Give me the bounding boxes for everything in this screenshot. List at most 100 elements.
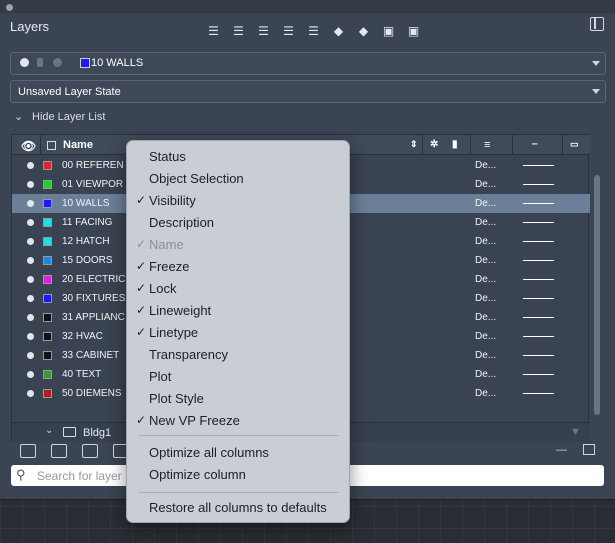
layer-color-swatch[interactable] <box>43 294 52 303</box>
visibility-icon[interactable] <box>27 238 34 245</box>
chevron-down-icon: ⌄ <box>45 425 54 436</box>
lineweight-value[interactable]: De... <box>475 217 496 228</box>
optimize-all-columns-item[interactable]: Optimize all columns <box>149 445 269 460</box>
menu-item[interactable]: Status <box>149 149 186 164</box>
menu-item[interactable]: Object Selection <box>149 171 244 186</box>
new-vp-layer-icon[interactable]: ☰ <box>229 22 248 40</box>
lineweight-value[interactable]: De... <box>475 179 496 190</box>
move-layer-icon[interactable]: ☰ <box>304 22 323 40</box>
lineweight-value[interactable]: De... <box>475 236 496 247</box>
visibility-icon[interactable] <box>27 333 34 340</box>
name-column-header[interactable]: Name <box>63 139 93 151</box>
lineweight-value[interactable]: De... <box>475 369 496 380</box>
linetype-preview[interactable] <box>523 355 554 356</box>
lineweight-column-icon[interactable]: ≡ <box>484 139 490 151</box>
visibility-icon[interactable] <box>27 295 34 302</box>
layer-color-swatch[interactable] <box>43 256 52 265</box>
visibility-icon[interactable] <box>27 352 34 359</box>
menu-item[interactable]: ✓ Linetype <box>136 325 198 340</box>
menu-item[interactable]: Description <box>149 215 214 230</box>
linetype-preview[interactable] <box>523 203 554 204</box>
filter-icon[interactable]: ▼ <box>570 426 581 438</box>
linetype-column-icon[interactable]: ┈ <box>532 139 537 150</box>
lineweight-value[interactable]: De... <box>475 255 496 266</box>
linetype-preview[interactable] <box>523 317 554 318</box>
lineweight-value[interactable]: De... <box>475 331 496 342</box>
visibility-icon[interactable] <box>27 390 34 397</box>
hide-layer-list-toggle[interactable]: ⌄ Hide Layer List <box>14 110 105 123</box>
linetype-preview[interactable] <box>523 374 554 375</box>
lineweight-value[interactable]: De... <box>475 350 496 361</box>
visibility-icon[interactable] <box>27 276 34 283</box>
search-input[interactable]: Search for layer <box>37 469 127 483</box>
layer-color-swatch[interactable] <box>43 275 52 284</box>
visibility-icon[interactable] <box>27 314 34 321</box>
delete-layer-icon[interactable]: ☰ <box>254 22 273 40</box>
visibility-icon[interactable] <box>27 200 34 207</box>
linetype-preview[interactable] <box>523 279 554 280</box>
linetype-preview[interactable] <box>523 260 554 261</box>
layer-name: 30 FIXTURES <box>62 293 126 304</box>
lineweight-value[interactable]: De... <box>475 388 496 399</box>
lineweight-value[interactable]: De... <box>475 160 496 171</box>
linetype-preview[interactable] <box>523 393 554 394</box>
palette-grip[interactable] <box>0 0 615 13</box>
lock-column-icon[interactable]: ▮ <box>452 139 458 150</box>
linetype-preview[interactable] <box>523 222 554 223</box>
linetype-preview[interactable] <box>523 241 554 242</box>
visibility-icon[interactable] <box>27 219 34 226</box>
layer-color-swatch[interactable] <box>43 161 52 170</box>
layer-color-swatch[interactable] <box>43 180 52 189</box>
eye-icon[interactable]: 👁 <box>21 139 36 153</box>
layer-color-swatch[interactable] <box>43 199 52 208</box>
linetype-preview[interactable] <box>523 184 554 185</box>
optimize-column-item[interactable]: Optimize column <box>149 467 246 482</box>
new-layer-icon[interactable]: ☰ <box>204 22 223 40</box>
layer-color-swatch[interactable] <box>43 370 52 379</box>
plot-column-icon[interactable]: ▭ <box>570 139 579 150</box>
visibility-icon[interactable] <box>27 371 34 378</box>
visibility-icon[interactable] <box>27 257 34 264</box>
set-current-icon[interactable]: ☰ <box>279 22 298 40</box>
lock-icon[interactable]: ▣ <box>379 22 398 40</box>
lineweight-value[interactable]: De... <box>475 312 496 323</box>
menu-item[interactable]: ✓ Freeze <box>136 259 189 274</box>
current-layer-dropdown[interactable]: 10 WALLS <box>10 52 606 75</box>
linetype-preview[interactable] <box>523 165 554 166</box>
layer-color-swatch[interactable] <box>43 332 52 341</box>
freeze-vp-icon[interactable]: ◆ <box>329 22 348 40</box>
freeze-column-icon[interactable]: ✲ <box>430 139 438 150</box>
restore-defaults-item[interactable]: Restore all columns to defaults <box>149 500 327 515</box>
layer-states-icon[interactable] <box>20 444 36 458</box>
visibility-icon[interactable] <box>27 181 34 188</box>
layer-color-swatch[interactable] <box>43 218 52 227</box>
layer-color-swatch[interactable] <box>43 389 52 398</box>
visibility-icon[interactable] <box>27 162 34 169</box>
layer-color-swatch[interactable] <box>43 237 52 246</box>
scrollbar[interactable] <box>594 175 600 415</box>
sort-icon[interactable]: ⇕ <box>410 139 418 150</box>
layer-color-swatch[interactable] <box>43 351 52 360</box>
layer-state-dropdown[interactable]: Unsaved Layer State <box>10 80 606 103</box>
lineweight-value[interactable]: De... <box>475 198 496 209</box>
collapse-icon[interactable]: — <box>556 444 567 456</box>
new-group-folder-icon[interactable] <box>82 444 98 458</box>
lineweight-value[interactable]: De... <box>475 274 496 285</box>
menu-item[interactable]: ✓ Lock <box>136 281 176 296</box>
menu-item[interactable]: Transparency <box>149 347 228 362</box>
menu-item[interactable]: ✓ New VP Freeze <box>136 413 240 428</box>
linetype-preview[interactable] <box>523 336 554 337</box>
new-filter-icon[interactable] <box>51 444 67 458</box>
dock-icon[interactable] <box>590 17 604 31</box>
color-column-icon[interactable] <box>47 141 56 150</box>
unlock-icon[interactable]: ▣ <box>404 22 423 40</box>
menu-item[interactable]: Plot <box>149 369 171 384</box>
menu-item[interactable]: ✓ Visibility <box>136 193 196 208</box>
layer-color-swatch[interactable] <box>43 313 52 322</box>
isolate-icon[interactable]: ◆ <box>354 22 373 40</box>
menu-item[interactable]: ✓ Lineweight <box>136 303 211 318</box>
columns-icon[interactable] <box>583 444 595 455</box>
menu-item[interactable]: Plot Style <box>149 391 204 406</box>
linetype-preview[interactable] <box>523 298 554 299</box>
lineweight-value[interactable]: De... <box>475 293 496 304</box>
